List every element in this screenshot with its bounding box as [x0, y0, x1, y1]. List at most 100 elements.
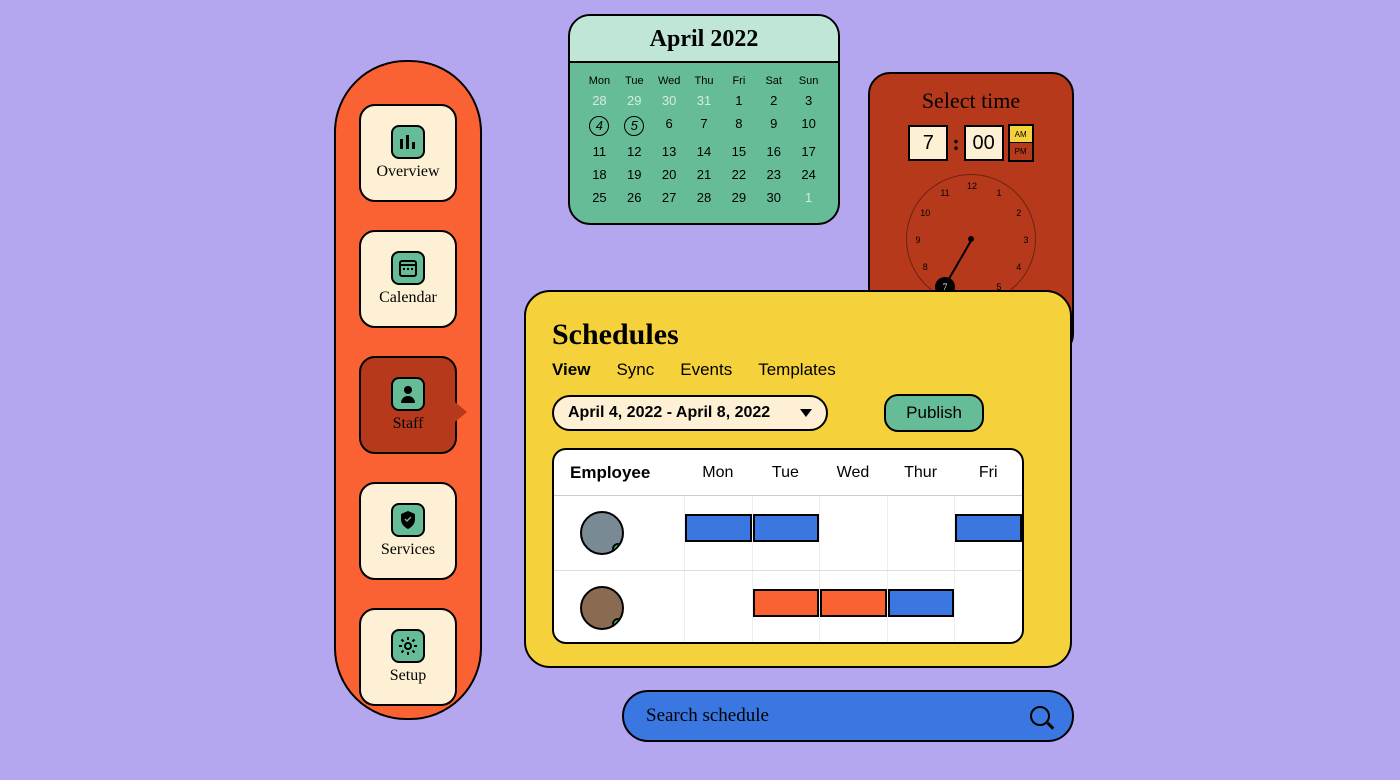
calendar-day[interactable]: 15 [721, 140, 756, 163]
schedules-tab-events[interactable]: Events [680, 360, 732, 380]
pm-option[interactable]: PM [1010, 143, 1032, 160]
calendar-day[interactable]: 5 [617, 112, 652, 140]
calendar-dow: Wed [652, 71, 687, 89]
schedule-bar[interactable] [820, 589, 887, 617]
calendar-day[interactable]: 30 [756, 186, 791, 209]
calendar-day[interactable]: 24 [791, 163, 826, 186]
calendar-day[interactable]: 8 [721, 112, 756, 140]
calendar-day[interactable]: 1 [721, 89, 756, 112]
schedule-cell[interactable] [752, 571, 820, 644]
calendar-day[interactable]: 29 [721, 186, 756, 209]
schedules-tab-sync[interactable]: Sync [616, 360, 654, 380]
clock-face[interactable]: 121234567891011 [906, 174, 1036, 304]
ampm-toggle[interactable]: AM PM [1008, 124, 1034, 162]
calendar-day[interactable]: 10 [791, 112, 826, 140]
schedule-cell[interactable] [819, 496, 887, 570]
calendar-day[interactable]: 28 [582, 89, 617, 112]
schedule-cell[interactable] [954, 571, 1022, 644]
gear-icon [391, 629, 425, 663]
calendar-day[interactable]: 27 [652, 186, 687, 209]
time-picker-title: Select time [884, 88, 1058, 114]
grid-emp-header: Employee [554, 463, 684, 483]
calendar-day[interactable]: 13 [652, 140, 687, 163]
calendar-dow: Sun [791, 71, 826, 89]
search-bar[interactable]: Search schedule [622, 690, 1074, 742]
calendar-day[interactable]: 1 [791, 186, 826, 209]
clock-hour[interactable]: 12 [967, 181, 977, 191]
bars-icon [391, 125, 425, 159]
daterange-select[interactable]: April 4, 2022 - April 8, 2022 [552, 395, 828, 431]
calendar-day[interactable]: 11 [582, 140, 617, 163]
sidebar-item-label: Staff [393, 415, 424, 433]
sidebar-item-overview[interactable]: Overview [359, 104, 457, 202]
sidebar-item-label: Services [381, 541, 435, 559]
sidebar-item-services[interactable]: Services [359, 482, 457, 580]
calendar-day[interactable]: 30 [652, 89, 687, 112]
am-option[interactable]: AM [1010, 126, 1032, 143]
calendar-day[interactable]: 7 [687, 112, 722, 140]
schedule-cell[interactable] [684, 496, 752, 570]
clock-hour[interactable]: 4 [1016, 262, 1021, 272]
schedules-tabs: View Sync Events Templates [552, 360, 1044, 380]
schedule-bar[interactable] [753, 514, 820, 542]
calendar-day[interactable]: 2 [756, 89, 791, 112]
shield-icon [391, 503, 425, 537]
chevron-down-icon [800, 409, 812, 417]
clock-hour[interactable]: 9 [915, 235, 920, 245]
employee-avatar[interactable] [580, 586, 624, 630]
calendar-day[interactable]: 21 [687, 163, 722, 186]
calendar-day[interactable]: 4 [582, 112, 617, 140]
calendar-day[interactable]: 20 [652, 163, 687, 186]
schedule-row [554, 496, 1022, 570]
clock-hour[interactable]: 10 [920, 208, 930, 218]
calendar-day[interactable]: 22 [721, 163, 756, 186]
calendar-title: April 2022 [570, 16, 838, 63]
schedule-bar[interactable] [888, 589, 955, 617]
calendar-day[interactable]: 29 [617, 89, 652, 112]
calendar-day[interactable]: 9 [756, 112, 791, 140]
schedule-bar[interactable] [685, 514, 752, 542]
schedule-grid: Employee Mon Tue Wed Thur Fri [552, 448, 1024, 644]
calendar-day[interactable]: 6 [652, 112, 687, 140]
calendar-day[interactable]: 17 [791, 140, 826, 163]
minute-input[interactable]: 00 [964, 125, 1004, 161]
calendar-day[interactable]: 23 [756, 163, 791, 186]
schedule-cell[interactable] [819, 571, 887, 644]
clock-hour[interactable]: 1 [996, 188, 1001, 198]
schedules-tab-view[interactable]: View [552, 360, 590, 380]
clock-hour[interactable]: 8 [923, 262, 928, 272]
calendar-day[interactable]: 18 [582, 163, 617, 186]
schedule-cell[interactable] [752, 496, 820, 570]
schedule-cell[interactable] [954, 496, 1022, 570]
publish-button[interactable]: Publish [884, 394, 984, 432]
schedule-bar[interactable] [955, 514, 1022, 542]
schedules-tab-templates[interactable]: Templates [758, 360, 835, 380]
calendar-day[interactable]: 26 [617, 186, 652, 209]
calendar-day[interactable]: 16 [756, 140, 791, 163]
grid-day-header: Wed [819, 464, 887, 482]
clock-hour[interactable]: 11 [940, 188, 949, 198]
schedule-cell[interactable] [684, 571, 752, 644]
calendar-day[interactable]: 12 [617, 140, 652, 163]
calendar-day[interactable]: 28 [687, 186, 722, 209]
schedules-title: Schedules [552, 318, 1044, 352]
sidebar-item-setup[interactable]: Setup [359, 608, 457, 706]
schedule-bar[interactable] [753, 589, 820, 617]
calendar-day[interactable]: 14 [687, 140, 722, 163]
schedule-cell[interactable] [887, 571, 955, 644]
sidebar-item-label: Calendar [379, 289, 437, 307]
clock-hour[interactable]: 2 [1016, 208, 1021, 218]
sidebar-item-label: Overview [376, 163, 439, 181]
schedule-cell[interactable] [887, 496, 955, 570]
search-icon [1030, 706, 1050, 726]
grid-day-header: Thur [887, 464, 955, 482]
calendar-day[interactable]: 3 [791, 89, 826, 112]
employee-avatar[interactable] [580, 511, 624, 555]
calendar-day[interactable]: 19 [617, 163, 652, 186]
calendar-day[interactable]: 31 [687, 89, 722, 112]
calendar-day[interactable]: 25 [582, 186, 617, 209]
sidebar-item-calendar[interactable]: Calendar [359, 230, 457, 328]
clock-hour[interactable]: 3 [1023, 235, 1028, 245]
sidebar-item-staff[interactable]: Staff [359, 356, 457, 454]
hour-input[interactable]: 7 [908, 125, 948, 161]
